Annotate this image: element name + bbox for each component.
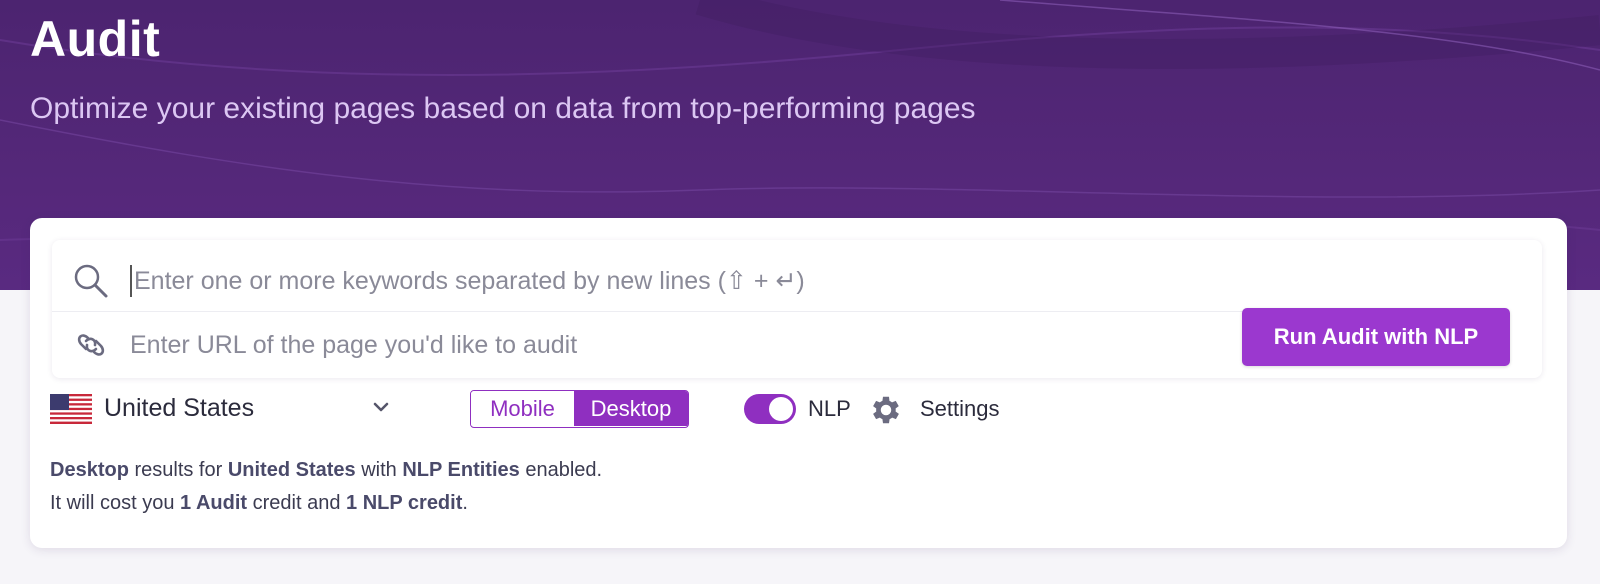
keywords-placeholder: Enter one or more keywords separated by … [134,266,805,295]
summary-text: results for [128,459,228,481]
url-placeholder: Enter URL of the page you'd like to audi… [130,330,578,359]
audit-card: Enter one or more keywords separated by … [30,218,1567,548]
summary-feature: NLP Entities [402,459,520,481]
keywords-input[interactable]: Enter one or more keywords separated by … [52,250,1252,312]
options-bar: United States Mobile Desktop NLP Setting… [50,390,1550,430]
summary-text: enabled. [519,459,603,481]
summary-credit-audit: 1 Audit [180,492,248,514]
summary-device: Desktop [50,459,129,481]
settings-link[interactable]: Settings [920,396,1000,422]
summary-text: It will cost you [50,492,181,514]
summary-country: United States [227,459,356,481]
chevron-down-icon[interactable] [372,400,390,414]
device-toggle: Mobile Desktop [470,390,689,428]
summary-line-2: It will cost you 1 Audit credit and 1 NL… [50,487,602,520]
summary-text: with [355,459,403,481]
search-icon [52,262,130,300]
summary-credit-nlp: 1 NLP credit [346,492,463,514]
toggle-knob [769,397,793,421]
us-flag-icon [50,394,92,424]
audit-input-box: Enter one or more keywords separated by … [52,240,1542,378]
gear-icon[interactable] [868,392,904,428]
summary-text: . [462,492,468,514]
summary-text: credit and [247,492,347,514]
page-subtitle: Optimize your existing pages based on da… [30,92,976,125]
text-cursor [130,264,132,297]
country-select[interactable]: United States [104,394,254,423]
nlp-label: NLP [808,396,851,421]
page-title: Audit [30,11,161,67]
device-option-desktop[interactable]: Desktop [574,391,688,426]
url-input[interactable]: Enter URL of the page you'd like to audi… [52,314,1252,376]
nlp-toggle-switch[interactable] [744,394,796,424]
link-icon [52,326,130,364]
run-audit-button[interactable]: Run Audit with NLP [1242,308,1510,366]
device-option-mobile[interactable]: Mobile [471,391,574,426]
audit-summary: Desktop results for United States with N… [50,454,602,520]
summary-line-1: Desktop results for United States with N… [50,454,602,487]
